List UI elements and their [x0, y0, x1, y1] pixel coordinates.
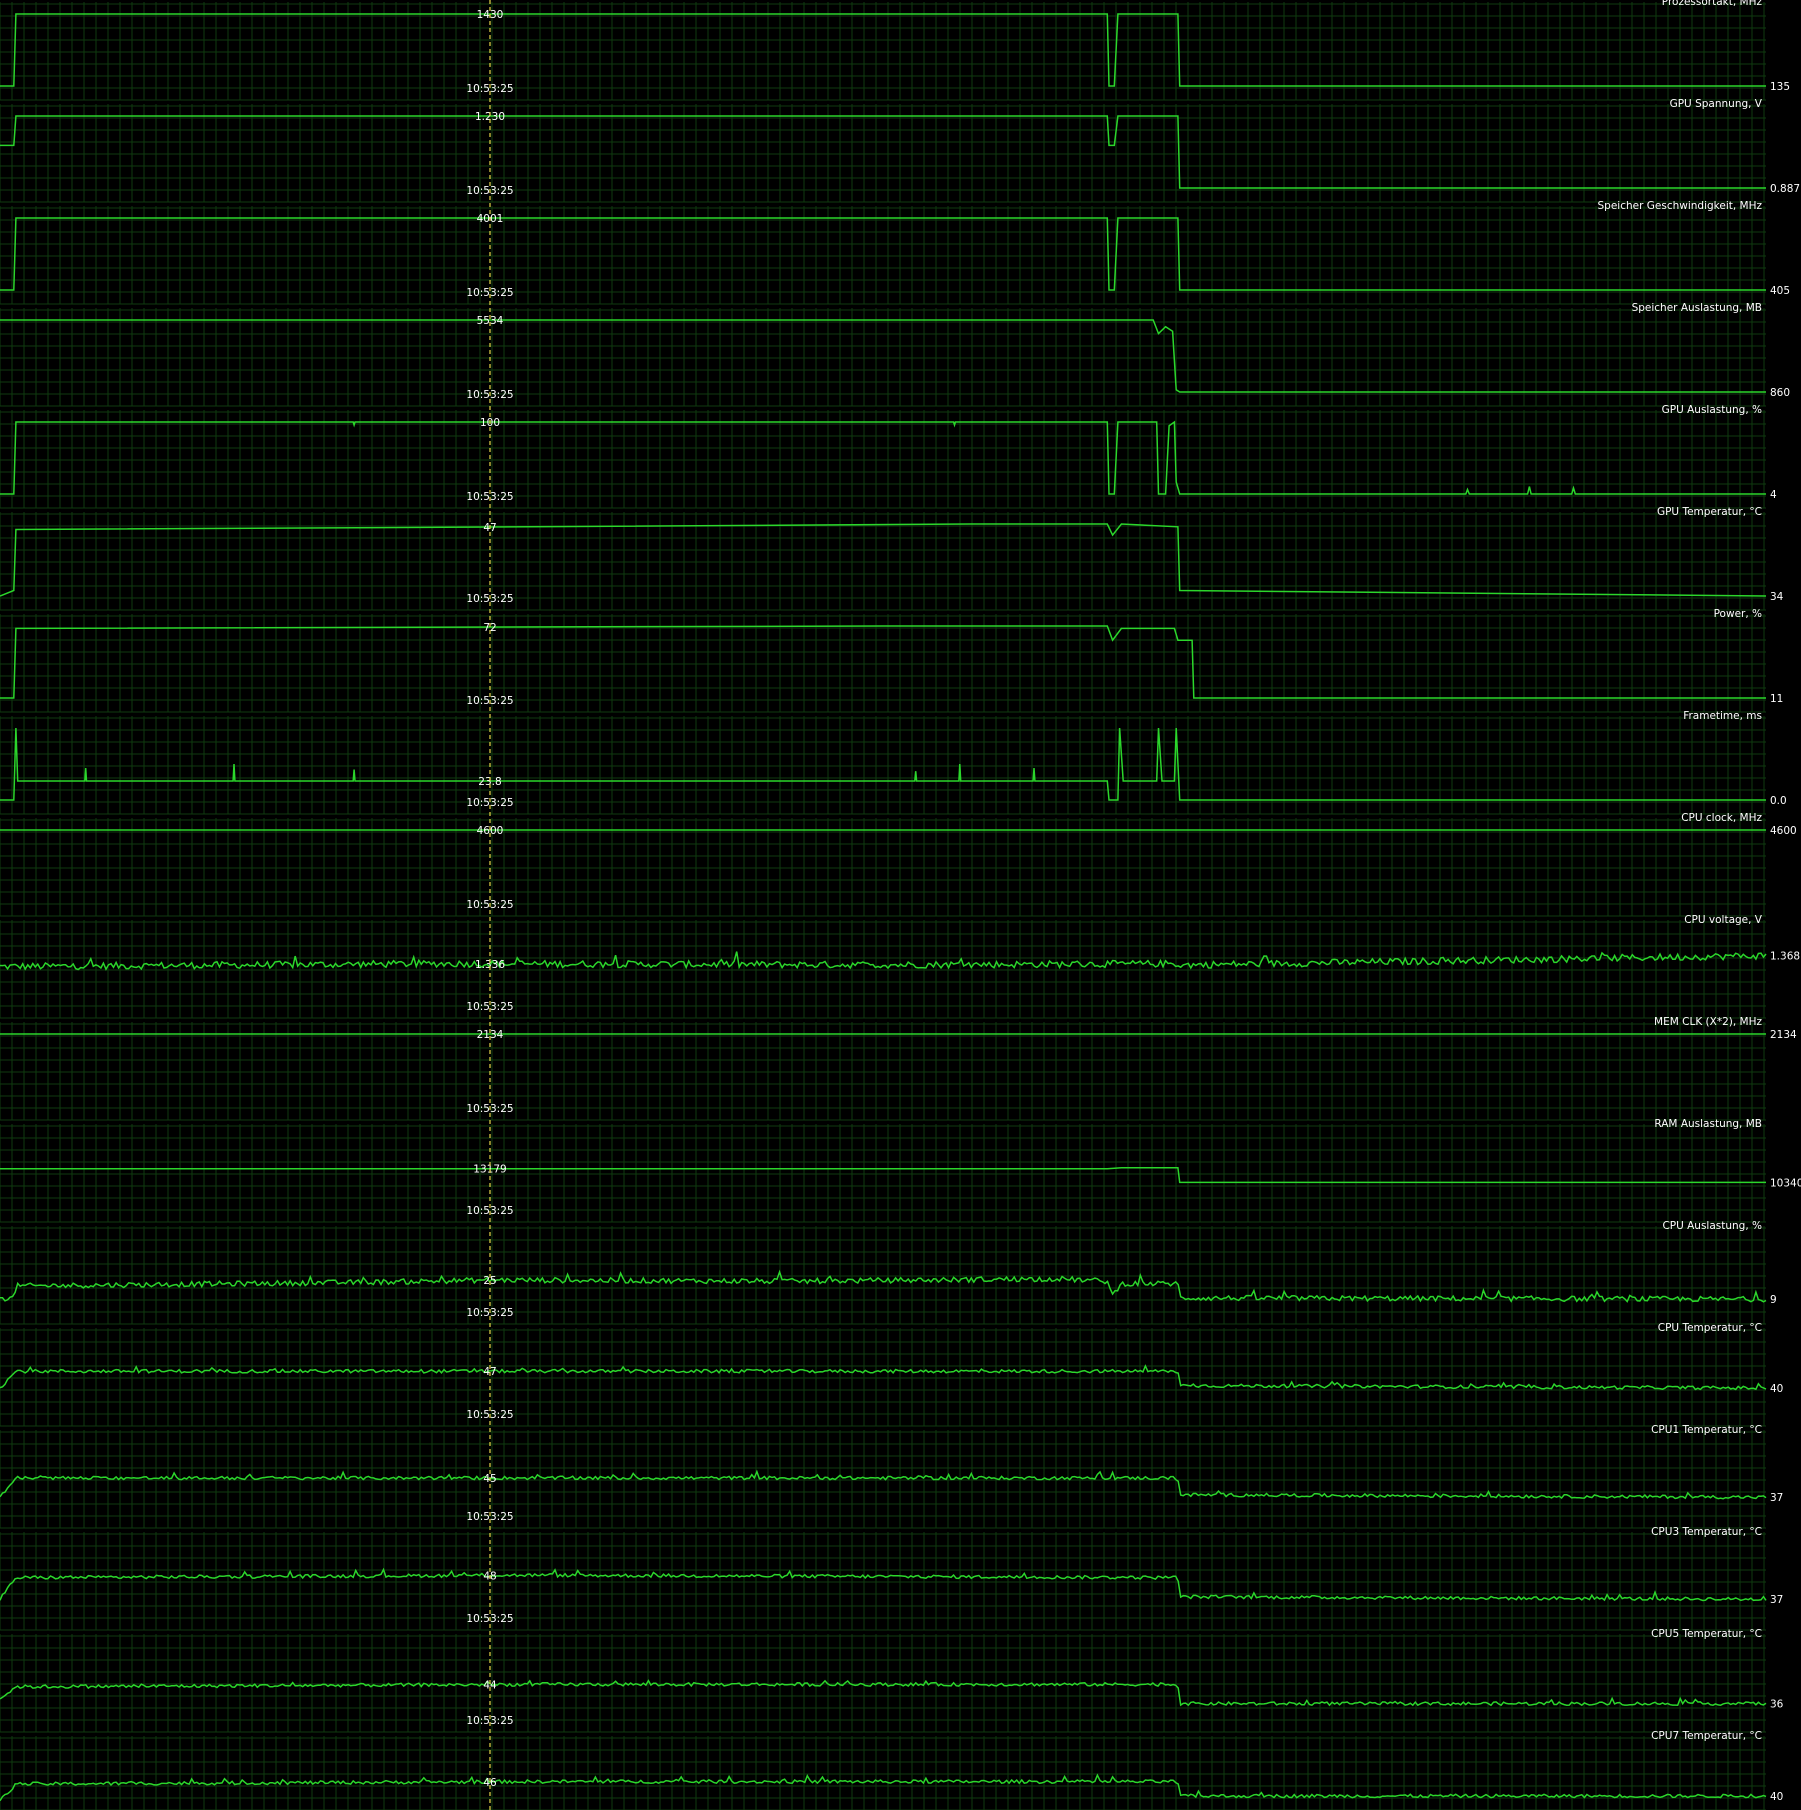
panel-title: RAM Auslastung, MB [1654, 1118, 1762, 1130]
current-value-label: 40 [1770, 1791, 1783, 1803]
graph-panel[interactable]: CPU Temperatur, °C404710:53:25 [0, 1322, 1783, 1427]
graph-panel[interactable]: GPU Auslastung, %410010:53:25 [0, 404, 1777, 509]
current-value-label: 4600 [1770, 825, 1797, 837]
panel-title: Frametime, ms [1683, 710, 1762, 722]
graph-grid [0, 1124, 1766, 1223]
graph-panel[interactable]: CPU7 Temperatur, °C404610:53:25 [0, 1730, 1783, 1810]
panel-title: CPU1 Temperatur, °C [1651, 1424, 1762, 1436]
graph-panel[interactable]: GPU Temperatur, °C344710:53:25 [0, 506, 1784, 611]
panel-title: Speicher Geschwindigkeit, MHz [1598, 200, 1763, 212]
current-value-label: 10340 [1770, 1177, 1801, 1189]
series-line [0, 319, 1766, 393]
graph-panel[interactable]: Frametime, ms0.023.810:53:25 [0, 710, 1787, 815]
current-value-label: 37 [1770, 1492, 1783, 1504]
current-value-label: 1.368 [1770, 951, 1800, 963]
panel-title: Power, % [1714, 608, 1762, 620]
graph-panel[interactable]: CPU Auslastung, %92510:53:25 [0, 1220, 1777, 1325]
panel-title: CPU Temperatur, °C [1658, 1322, 1762, 1334]
current-value-label: 2134 [1770, 1029, 1797, 1041]
panel-title: GPU Auslastung, % [1662, 404, 1762, 416]
current-value-label: 405 [1770, 285, 1790, 297]
current-value-label: 40 [1770, 1383, 1783, 1395]
current-value-label: 34 [1770, 591, 1784, 603]
graph-panel[interactable]: CPU3 Temperatur, °C374810:53:25 [0, 1526, 1783, 1631]
graph-grid [0, 1022, 1766, 1121]
graph-grid [0, 512, 1766, 611]
graph-grid [0, 1736, 1766, 1810]
graph-panel[interactable]: Power, %117210:53:25 [0, 608, 1783, 713]
panel-title: CPU5 Temperatur, °C [1651, 1628, 1762, 1640]
panel-title: CPU3 Temperatur, °C [1651, 1526, 1762, 1538]
graph-grid [0, 1634, 1766, 1733]
graph-panel[interactable]: CPU1 Temperatur, °C374510:53:25 [0, 1424, 1783, 1529]
current-value-label: 860 [1770, 387, 1790, 399]
graph-panel[interactable]: RAM Auslastung, MB103401317910:53:25 [0, 1118, 1801, 1223]
panel-title: CPU Auslastung, % [1662, 1220, 1762, 1232]
current-value-label: 9 [1770, 1294, 1777, 1306]
current-value-label: 37 [1770, 1594, 1783, 1606]
series-line [0, 625, 1766, 699]
series-line [0, 951, 1767, 971]
graph-panel[interactable]: MEM CLK (X*2), MHz2134213410:53:25 [0, 1016, 1797, 1121]
current-value-label: 4 [1770, 489, 1777, 501]
graph-grid [0, 1430, 1766, 1529]
panel-title: Speicher Auslastung, MB [1632, 302, 1762, 314]
current-value-label: 135 [1770, 81, 1790, 93]
panel-title: Prozessortakt, MHz [1662, 0, 1763, 8]
graph-grid [0, 1226, 1766, 1325]
graph-panel[interactable]: CPU voltage, V1.3681.33610:53:25 [0, 914, 1800, 1019]
series-line [0, 727, 1766, 801]
monitoring-graph-stack[interactable]: Prozessortakt, MHz135143010:53:25GPU Spa… [0, 0, 1801, 1810]
graph-grid [0, 920, 1766, 1019]
series-line [0, 1773, 1767, 1802]
graph-grid [0, 1532, 1766, 1631]
graph-panel[interactable]: Prozessortakt, MHz135143010:53:25 [0, 0, 1790, 101]
current-value-label: 0.0 [1770, 795, 1787, 807]
panel-title: CPU7 Temperatur, °C [1651, 1730, 1762, 1742]
graph-grid [0, 1328, 1766, 1427]
panel-title: GPU Spannung, V [1670, 98, 1763, 110]
graph-panel[interactable]: CPU5 Temperatur, °C364410:53:25 [0, 1628, 1784, 1733]
hardware-monitor-graphs: Prozessortakt, MHz 135 1430 10:53:25 GPU Spa… [0, 0, 1801, 1810]
panel-title: MEM CLK (X*2), MHz [1654, 1016, 1762, 1028]
panel-title: GPU Temperatur, °C [1657, 506, 1762, 518]
series-line [0, 1567, 1767, 1602]
current-value-label: 36 [1770, 1699, 1784, 1711]
series-line [0, 1469, 1767, 1500]
graph-panel[interactable]: Speicher Auslastung, MB860553410:53:25 [0, 302, 1790, 407]
panel-title: CPU voltage, V [1684, 914, 1763, 926]
series-line [0, 217, 1766, 291]
graph-panel[interactable]: Speicher Geschwindigkeit, MHz405400110:5… [0, 200, 1790, 305]
panel-title: CPU clock, MHz [1681, 812, 1762, 824]
current-value-label: 0.887 [1770, 183, 1800, 195]
graph-panel[interactable]: GPU Spannung, V0.8871.23010:53:25 [0, 98, 1800, 203]
series-line [0, 13, 1766, 87]
series-line [0, 420, 1766, 495]
series-line [0, 523, 1767, 597]
series-line [0, 1166, 1766, 1184]
graph-panel[interactable]: CPU clock, MHz4600460010:53:25 [0, 812, 1797, 917]
series-line [0, 115, 1766, 189]
current-value-label: 11 [1770, 693, 1783, 705]
graph-grid [0, 818, 1766, 917]
